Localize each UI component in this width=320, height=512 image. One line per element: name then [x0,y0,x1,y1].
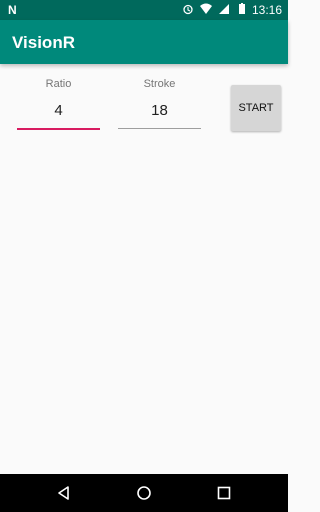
back-icon[interactable] [56,485,72,501]
signal-icon [219,4,229,14]
status-time: 13:16 [251,3,282,17]
status-bar: N 13:16 [0,0,288,20]
recents-icon[interactable] [216,485,232,501]
home-icon[interactable] [136,485,152,501]
ratio-label: Ratio [45,78,72,90]
alarm-icon [183,4,193,15]
app-bar: VisionR [0,20,288,64]
battery-icon [239,3,245,14]
ratio-underline [17,128,100,130]
navigation-bar [0,474,288,512]
main-content: Ratio 4 Stroke 18 START [0,64,288,474]
stroke-underline [118,128,201,129]
stroke-input[interactable]: 18 [118,102,201,119]
ratio-input[interactable]: 4 [17,102,100,119]
notification-n-icon: N [8,3,17,17]
start-button[interactable]: START [231,85,281,131]
stroke-label: Stroke [143,78,176,90]
app-title: VisionR [12,33,75,52]
wifi-icon [200,3,212,14]
status-icons [182,3,248,15]
